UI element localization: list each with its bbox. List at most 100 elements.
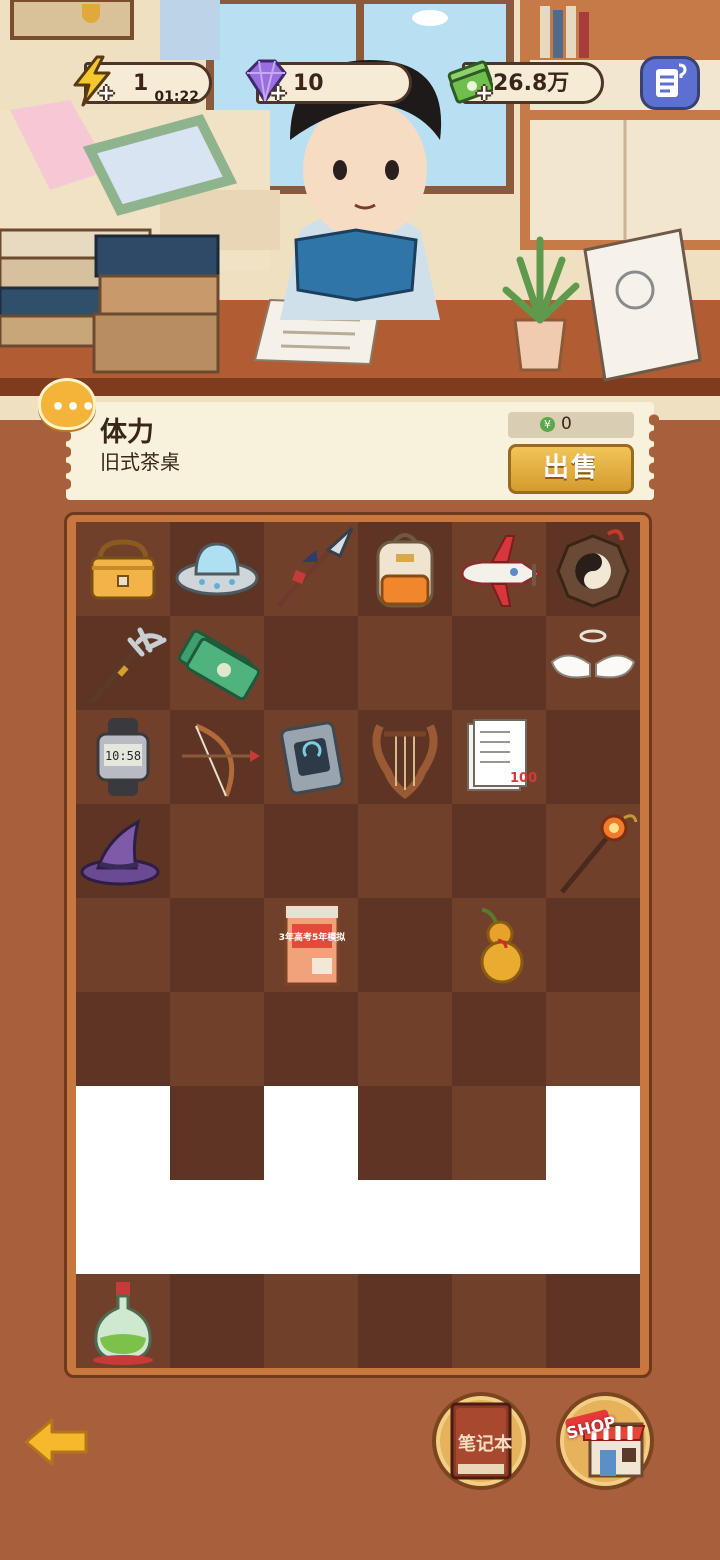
board-cell[interactable] <box>170 992 264 1086</box>
watch-time: 10:58 <box>105 749 141 763</box>
board-cell[interactable] <box>546 804 640 898</box>
board-cell[interactable]: 10:58 <box>76 710 170 804</box>
board-cell[interactable] <box>76 992 170 1086</box>
board-cell-locked <box>264 1086 358 1180</box>
money-value: 26.8万 <box>493 71 570 96</box>
board-cell[interactable]: 3年高考5年模拟 <box>264 898 358 992</box>
notebook-button[interactable]: 笔记本 <box>432 1392 530 1490</box>
board-cell[interactable] <box>76 616 170 710</box>
board-cell[interactable] <box>76 522 170 616</box>
ufo-icon[interactable] <box>172 524 262 614</box>
board-cell[interactable] <box>546 1274 640 1368</box>
board-cell[interactable] <box>452 992 546 1086</box>
board-cell[interactable] <box>264 1274 358 1368</box>
board-cell[interactable] <box>264 616 358 710</box>
sell-button[interactable]: 出售 <box>508 444 634 494</box>
board-cell[interactable] <box>264 992 358 1086</box>
board-cell[interactable] <box>76 1274 170 1368</box>
help-button[interactable] <box>640 56 700 110</box>
board-cell[interactable] <box>264 710 358 804</box>
board-cell[interactable] <box>358 898 452 992</box>
board-cell[interactable] <box>452 804 546 898</box>
board-cell[interactable] <box>452 616 546 710</box>
gourd-icon[interactable] <box>454 900 544 990</box>
gem-value: 10 <box>293 71 324 96</box>
board-cell[interactable] <box>546 992 640 1086</box>
board-cell[interactable] <box>358 1274 452 1368</box>
digital-watch-icon[interactable]: 10:58 <box>78 712 168 802</box>
notebook-label: 笔记本 <box>458 1434 512 1455</box>
board-cell-locked <box>76 1086 170 1180</box>
angel-wings-icon[interactable] <box>548 618 638 708</box>
help-notes-icon <box>656 63 687 97</box>
board-cell[interactable] <box>358 710 452 804</box>
board-cell[interactable] <box>170 616 264 710</box>
spear-icon[interactable] <box>266 524 356 614</box>
board-cell[interactable] <box>170 1086 264 1180</box>
board-cell[interactable] <box>76 898 170 992</box>
sell-price-value: 0 <box>561 414 572 434</box>
coin-icon: ¥ <box>540 417 555 432</box>
sell-price: ¥ 0 <box>508 412 634 438</box>
exam-book-icon[interactable]: 3年高考5年模拟 <box>266 900 356 990</box>
board-cell[interactable] <box>264 804 358 898</box>
lyre-icon[interactable] <box>360 712 450 802</box>
handbag-icon[interactable] <box>78 524 168 614</box>
money-plus[interactable]: + <box>475 83 493 105</box>
board-cell-locked <box>546 1086 640 1180</box>
chip-card-icon[interactable] <box>266 712 356 802</box>
board-cell[interactable] <box>170 710 264 804</box>
board-cell-locked <box>76 1180 170 1274</box>
energy-plus[interactable]: + <box>97 83 115 105</box>
board-cell[interactable] <box>452 898 546 992</box>
board-cell[interactable] <box>170 1274 264 1368</box>
back-arrow-icon <box>24 1418 88 1466</box>
trident-icon[interactable] <box>78 618 168 708</box>
potion-flask-icon[interactable] <box>78 1276 168 1366</box>
board-cell[interactable]: 100 <box>452 710 546 804</box>
item-title: 体力 <box>100 417 154 448</box>
magic-staff-icon[interactable] <box>548 806 638 896</box>
board-cell-locked <box>170 1180 264 1274</box>
shop-button[interactable]: SHOP <box>556 1392 654 1490</box>
exam-book-title: 3年高考5年模拟 <box>279 931 346 943</box>
board-cell[interactable] <box>358 1086 452 1180</box>
board-cell[interactable] <box>452 1274 546 1368</box>
board-cell-locked <box>264 1180 358 1274</box>
board-cell[interactable] <box>358 616 452 710</box>
board-cell-locked <box>546 1180 640 1274</box>
toy-plane-icon[interactable] <box>454 524 544 614</box>
energy-timer: 01:22 <box>154 89 199 105</box>
witch-hat-icon[interactable] <box>78 806 168 896</box>
chat-bubble-icon[interactable]: ••• <box>38 378 96 430</box>
board-cell[interactable] <box>358 522 452 616</box>
chat-dots: ••• <box>51 395 97 420</box>
bow-arrow-icon[interactable] <box>172 712 262 802</box>
board-cell[interactable] <box>358 992 452 1086</box>
gem-plus[interactable]: + <box>269 83 287 105</box>
board-cell[interactable] <box>76 804 170 898</box>
energy-value: 1 <box>133 71 149 96</box>
bagua-compass-icon[interactable] <box>548 524 638 614</box>
board-cell[interactable] <box>546 616 640 710</box>
board-cell-locked <box>452 1180 546 1274</box>
cash-bundle-icon[interactable] <box>172 618 262 708</box>
item-subtitle: 旧式茶桌 <box>100 450 180 474</box>
board-cell[interactable] <box>358 804 452 898</box>
backpack-icon[interactable] <box>360 524 450 614</box>
test-paper-icon[interactable]: 100 <box>454 712 544 802</box>
board-cell[interactable] <box>546 898 640 992</box>
back-button[interactable] <box>22 1416 92 1468</box>
gem-counter[interactable]: + 10 <box>245 59 412 105</box>
board-cell[interactable] <box>170 804 264 898</box>
test-paper-score: 100 <box>510 771 537 786</box>
board-cell[interactable] <box>264 522 358 616</box>
board-cell[interactable] <box>546 522 640 616</box>
board-cell[interactable] <box>170 898 264 992</box>
money-counter[interactable]: + 26.8万 <box>447 60 604 105</box>
board-cell[interactable] <box>170 522 264 616</box>
board-cell[interactable] <box>452 1086 546 1180</box>
board-cell[interactable] <box>546 710 640 804</box>
energy-counter[interactable]: + 1 01:22 <box>73 55 212 107</box>
board-cell[interactable] <box>452 522 546 616</box>
